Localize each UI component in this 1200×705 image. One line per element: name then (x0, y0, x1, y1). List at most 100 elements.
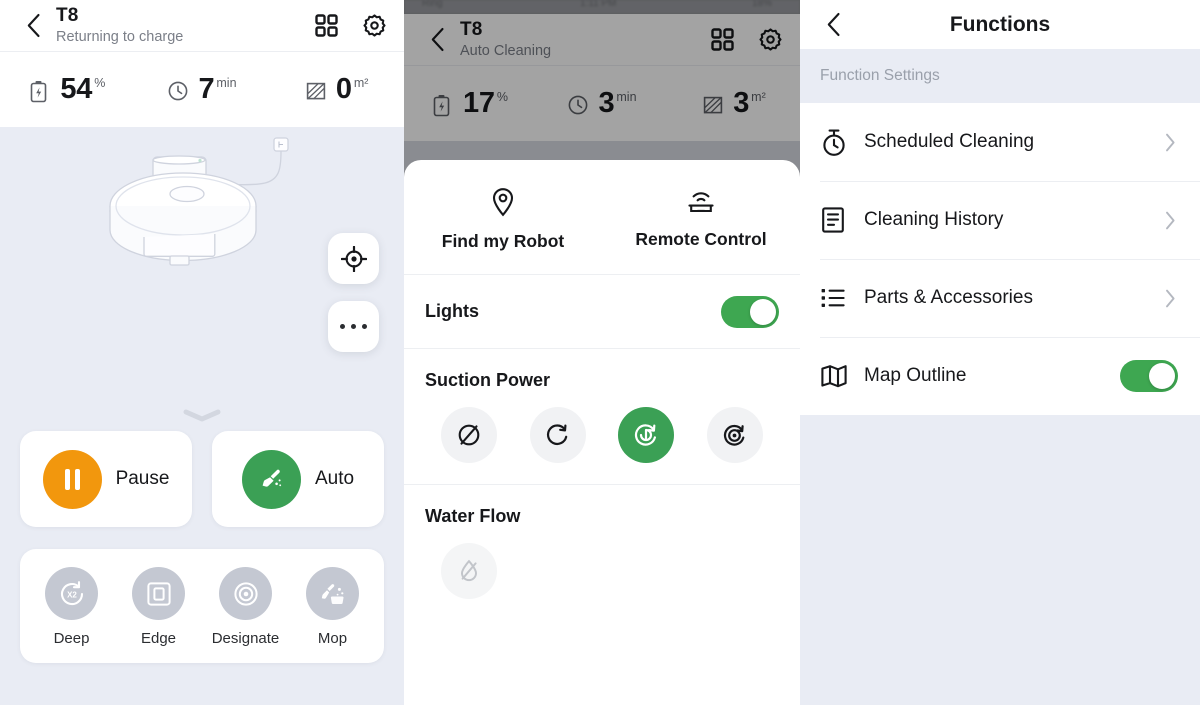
cleaning-modes-card: X2 Deep Edge Designate Mop (20, 549, 384, 663)
map-fold-icon (820, 364, 850, 388)
auto-badge (241, 449, 301, 509)
lights-toggle[interactable] (721, 295, 779, 328)
gear-icon (362, 14, 386, 37)
mid-grid-button[interactable] (708, 26, 736, 54)
functions-back-button[interactable] (816, 8, 850, 42)
chevron-right-icon (1165, 133, 1176, 152)
mode-designate[interactable]: Designate (202, 567, 289, 647)
functions-list: Scheduled Cleaning Cleaning History Part… (800, 103, 1200, 415)
mid-battery-unit: % (496, 90, 508, 104)
time-value: 7 (198, 73, 215, 105)
auto-button[interactable]: Auto (212, 431, 384, 527)
functions-bottom-sheet: Find my Robot Remote Control Lights Suct… (404, 160, 800, 705)
mode-mop[interactable]: Mop (289, 567, 376, 647)
area-icon (702, 94, 724, 116)
mid-device-name: T8 (460, 18, 483, 40)
settings-button[interactable] (360, 12, 388, 40)
stat-time: 7 min (135, 73, 270, 106)
area-value: 0 (335, 73, 352, 105)
list-item-parts-accessories[interactable]: Parts & Accessories (800, 259, 1200, 337)
mid-time-value: 3 (598, 87, 615, 119)
list-item-scheduled-cleaning[interactable]: Scheduled Cleaning (800, 103, 1200, 181)
sheet-quick-actions: Find my Robot Remote Control (404, 160, 800, 275)
map-area[interactable] (0, 127, 404, 429)
suction-high-icon (724, 424, 745, 446)
list-item-map-outline[interactable]: Map Outline (800, 337, 1200, 415)
map-floating-buttons (328, 233, 379, 352)
mode-deep[interactable]: X2 Deep (28, 567, 115, 647)
function-settings-label: Function Settings (820, 67, 940, 84)
suction-option-max[interactable] (691, 407, 780, 463)
mid-stat-time: 3 min (536, 87, 668, 120)
water-off-icon (461, 559, 478, 582)
crosshair-icon (340, 245, 367, 272)
mid-back-button[interactable] (420, 23, 454, 57)
locate-robot-button[interactable] (328, 233, 379, 284)
find-my-robot-label: Find my Robot (441, 231, 565, 251)
pause-label: Pause (115, 468, 170, 489)
mid-appbar-actions (708, 26, 784, 54)
edge-frame-icon (146, 581, 171, 606)
mid-dimmed-header: Ring 1:11 PM 18% T8 Auto Cleaning 17 % 3… (404, 0, 800, 141)
x2-rotate-icon: X2 (60, 580, 83, 605)
suction-option-off[interactable] (425, 407, 514, 463)
back-button[interactable] (16, 9, 50, 43)
battery-value: 54 (60, 73, 93, 105)
designate-mode-circle (219, 567, 272, 620)
deep-mode-label: Deep (53, 630, 90, 647)
sheet-drag-handle[interactable] (0, 407, 404, 423)
suction-medium-circle (618, 407, 675, 463)
suction-low-circle (529, 407, 586, 463)
mid-device-status: Auto Cleaning (460, 42, 552, 59)
chevron-right-icon (1165, 211, 1176, 230)
suction-option-standard[interactable] (514, 407, 603, 463)
water-option-off[interactable] (425, 543, 514, 599)
mid-settings-button[interactable] (756, 26, 784, 54)
robot-vacuum-illustration (108, 133, 323, 323)
functions-page-title: Functions (949, 12, 1051, 36)
left-appbar-titles: T8 Returning to charge (56, 5, 312, 46)
mid-area-value: 3 (733, 87, 750, 119)
area-unit: m² (353, 76, 369, 90)
list-item-cleaning-history[interactable]: Cleaning History (800, 181, 1200, 259)
find-my-robot-button[interactable]: Find my Robot (404, 186, 602, 252)
mode-edge[interactable]: Edge (115, 567, 202, 647)
mid-stat-battery: 17 % (404, 87, 536, 120)
pause-icon (64, 468, 80, 490)
battery-charging-icon (29, 80, 51, 103)
grid-button[interactable] (312, 12, 340, 40)
map-outline-label: Map Outline (864, 365, 967, 386)
chevron-right-icon (1165, 289, 1176, 308)
map-more-button[interactable] (328, 301, 379, 352)
suction-high-circle (706, 407, 763, 463)
map-outline-toggle[interactable] (1120, 360, 1178, 392)
area-icon (305, 80, 327, 102)
remote-control-button[interactable]: Remote Control (602, 186, 800, 252)
mid-area-unit: m² (751, 90, 766, 104)
pause-button[interactable]: Pause (20, 431, 192, 527)
mid-time-unit: min (616, 90, 637, 104)
stat-area: 0 m² (269, 73, 404, 106)
panel-robot-functions-sheet: Ring 1:11 PM 18% T8 Auto Cleaning 17 % 3… (404, 0, 800, 705)
status-time: 1:11 PM (580, 0, 617, 9)
stopwatch-icon (820, 128, 850, 157)
chevron-left-icon (827, 12, 840, 37)
suction-off-circle (441, 407, 498, 463)
panel-functions: Functions Function Settings Scheduled Cl… (800, 0, 1200, 705)
auto-label: Auto (314, 468, 355, 489)
suction-option-strong[interactable] (602, 407, 691, 463)
time-unit: min (216, 76, 237, 90)
battery-unit: % (94, 76, 106, 90)
more-dots-icon (340, 324, 367, 329)
map-pin-icon (492, 188, 514, 217)
remote-control-label: Remote Control (635, 229, 767, 249)
mid-stat-area: 3 m² (668, 87, 800, 120)
panel-robot-home: T8 Returning to charge 54 % 7 min 0 m² P… (0, 0, 404, 705)
suction-power-section: Suction Power (404, 349, 800, 463)
designate-mode-label: Designate (211, 630, 280, 647)
clock-icon (167, 80, 189, 102)
lights-row[interactable]: Lights (404, 275, 800, 349)
clock-icon (567, 94, 589, 116)
lights-label: Lights (425, 301, 479, 321)
suction-low-icon (546, 424, 568, 446)
